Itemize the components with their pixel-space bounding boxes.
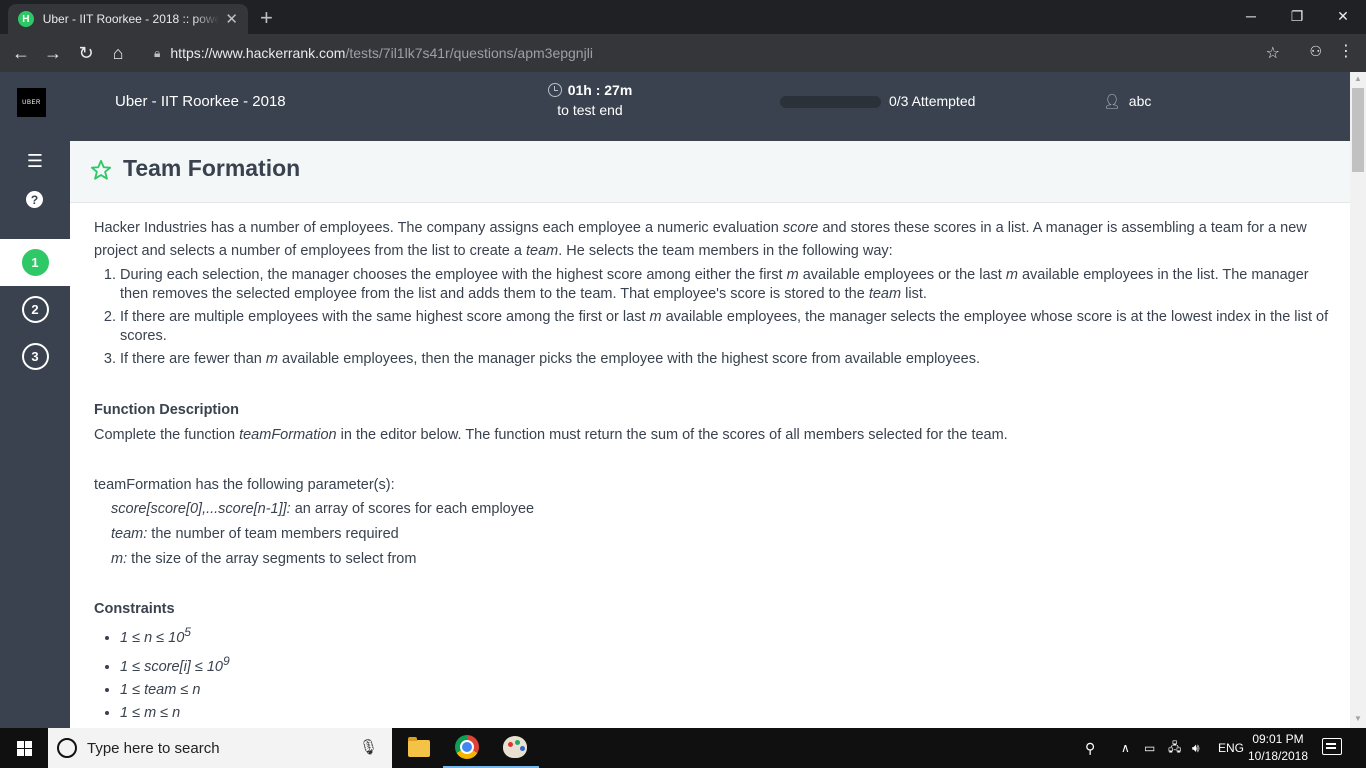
reload-icon[interactable]: ↻	[73, 40, 99, 66]
username: abc	[1128, 93, 1152, 109]
windows-logo-icon	[16, 740, 32, 756]
start-button[interactable]	[0, 728, 48, 768]
params-intro: teamFormation has the following paramete…	[94, 477, 395, 493]
attempted-count: 0/3 Attempted	[889, 93, 976, 109]
user-icon: 👤︎	[1103, 93, 1121, 109]
test-timer: 01h : 27m to test end	[540, 82, 640, 118]
chrome-icon	[455, 735, 479, 759]
question-header: Team Formation	[70, 141, 1350, 203]
selection-rules: During each selection, the manager choos…	[120, 266, 1329, 369]
question-nav-2[interactable]: 2	[0, 286, 70, 333]
timer-label: to test end	[557, 102, 623, 118]
question-number: 3	[21, 343, 49, 370]
tray-chevron-icon[interactable]: ∧	[1121, 728, 1130, 768]
search-placeholder: Type here to search	[87, 739, 220, 757]
question-nav-3[interactable]: 3	[0, 333, 70, 380]
url-text: https://www.hackerrank.com/tests/7il1lk7…	[170, 45, 593, 61]
browser-toolbar: ← → ↻ ⌂ 🔒︎ https://www.hackerrank.com/te…	[0, 34, 1366, 72]
minimize-icon[interactable]: ─	[1228, 0, 1274, 32]
constraints-list: 1 ≤ n ≤ 105 1 ≤ score[i] ≤ 109 1 ≤ team …	[120, 621, 1329, 725]
parameter-item: m: the size of the array segments to sel…	[111, 551, 417, 567]
intro-paragraph: Hacker Industries has a number of employ…	[94, 220, 1307, 259]
question-title: Team Formation	[123, 155, 301, 181]
list-icon[interactable]: ☰	[23, 151, 47, 172]
back-arrow-icon[interactable]: ←	[8, 40, 34, 66]
taskbar-clock[interactable]: 09:01 PM 10/18/2018	[1246, 731, 1310, 765]
browser-tab-strip: H Uber - IIT Roorkee - 2018 :: powe ✕ + …	[0, 0, 1366, 34]
battery-icon[interactable]: ▭	[1144, 728, 1155, 768]
windows-taskbar: Type here to search 🎙︎ ⚲ ∧ ▭ 🖧︎ 🔊︎ ENG 0…	[0, 728, 1366, 768]
clock-time: 09:01 PM	[1252, 732, 1304, 746]
scrollbar-thumb[interactable]	[1352, 88, 1364, 172]
clock-icon	[547, 83, 562, 97]
tab-title: Uber - IIT Roorkee - 2018 :: powe	[42, 12, 220, 26]
network-icon[interactable]: 🖧︎	[1168, 728, 1181, 768]
parameter-list: score[score[0],...score[n-1]]: an array …	[111, 497, 1329, 572]
action-center-icon[interactable]	[1322, 738, 1342, 755]
function-description-heading: Function Description	[94, 402, 239, 418]
favorite-star-icon[interactable]	[90, 159, 112, 181]
problem-statement: Hacker Industries has a number of employ…	[94, 217, 1329, 725]
parameter-item: team: the number of team members require…	[111, 526, 399, 542]
constraints-heading: Constraints	[94, 601, 175, 617]
tab-close-icon[interactable]: ✕	[225, 10, 238, 28]
address-bar[interactable]: 🔒︎ https://www.hackerrank.com/tests/7il1…	[140, 38, 1290, 68]
constraint-item: 1 ≤ score[i] ≤ 109	[120, 650, 1329, 679]
new-tab-plus-icon[interactable]: +	[260, 5, 273, 31]
rule-item: If there are multiple employees with the…	[120, 308, 1329, 346]
rule-item: During each selection, the manager choos…	[120, 266, 1329, 304]
file-explorer-app[interactable]	[395, 728, 443, 768]
attempt-progress-bar	[780, 96, 881, 108]
scroll-down-arrow-icon[interactable]: ▼	[1354, 714, 1362, 723]
extension-icon[interactable]: ⚇	[1309, 43, 1322, 60]
microphone-icon[interactable]: 🎙︎	[359, 738, 378, 756]
uber-logo: UBER	[17, 88, 46, 117]
function-description: Complete the function teamFormation in t…	[94, 427, 1008, 443]
window-close-icon[interactable]: ✕	[1320, 0, 1366, 32]
test-name: Uber - IIT Roorkee - 2018	[115, 93, 286, 110]
rule-item: If there are fewer than m available empl…	[120, 350, 1329, 369]
constraint-item: 1 ≤ team ≤ n	[120, 679, 1329, 702]
test-header: UBER Uber - IIT Roorkee - 2018 01h : 27m…	[0, 72, 1350, 141]
question-content: Team Formation Hacker Industries has a n…	[70, 141, 1350, 728]
people-icon[interactable]: ⚲	[1085, 728, 1095, 768]
clock-date: 10/18/2018	[1247, 749, 1309, 763]
hackerrank-favicon-icon: H	[18, 11, 34, 27]
volume-icon[interactable]: 🔊︎	[1192, 728, 1200, 768]
user-menu[interactable]: 👤︎ abc	[1103, 93, 1151, 110]
folder-icon	[408, 736, 430, 757]
question-number: 2	[21, 296, 49, 323]
forward-arrow-icon[interactable]: →	[40, 40, 66, 66]
restore-icon[interactable]: ❐	[1274, 0, 1320, 32]
lock-icon: 🔒︎	[154, 45, 161, 60]
help-icon[interactable]: ?	[26, 191, 43, 208]
chrome-app[interactable]	[443, 728, 491, 768]
question-number: 1	[21, 249, 49, 276]
paint-icon	[503, 736, 527, 758]
timer-value: 01h : 27m	[567, 82, 633, 98]
question-sidebar: ☰ ? 1 2 3	[0, 141, 70, 728]
scroll-up-arrow-icon[interactable]: ▲	[1354, 74, 1362, 83]
language-indicator[interactable]: ENG	[1218, 728, 1244, 768]
constraint-item: 1 ≤ m ≤ n	[120, 702, 1329, 725]
browser-menu-icon[interactable]: ⋮	[1338, 41, 1354, 61]
cortana-icon	[57, 738, 77, 758]
constraint-item: 1 ≤ n ≤ 105	[120, 621, 1329, 650]
parameter-item: score[score[0],...score[n-1]]: an array …	[111, 501, 535, 517]
browser-tab[interactable]: H Uber - IIT Roorkee - 2018 :: powe ✕	[8, 4, 248, 34]
bookmark-star-icon[interactable]: ☆	[1266, 43, 1280, 63]
taskbar-search[interactable]: Type here to search 🎙︎	[48, 728, 392, 768]
page-scrollbar[interactable]: ▲ ▼	[1350, 72, 1366, 728]
home-icon[interactable]: ⌂	[105, 40, 131, 66]
paint-app[interactable]	[491, 728, 539, 768]
question-nav-1[interactable]: 1	[0, 239, 70, 286]
